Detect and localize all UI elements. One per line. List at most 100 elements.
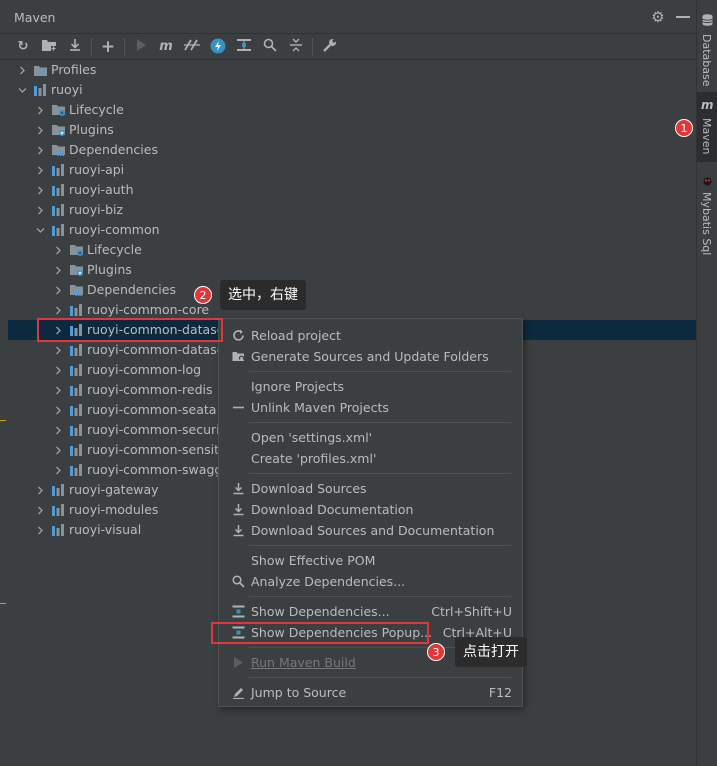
tree-row-label: ruoyi-common-security — [87, 422, 232, 437]
chevron-right-icon[interactable] — [52, 380, 64, 400]
run-icon[interactable] — [132, 38, 150, 56]
tree-row[interactable]: Plugins — [8, 120, 696, 140]
chevron-right-icon[interactable] — [52, 340, 64, 360]
refresh-icon[interactable]: ↻ — [14, 38, 32, 56]
tree-row-label: ruoyi — [51, 82, 83, 97]
chevron-down-icon[interactable] — [34, 220, 46, 240]
minimize-icon[interactable] — [676, 16, 690, 18]
collapse-icon[interactable] — [287, 38, 305, 56]
sidebar-tab-label: Database — [700, 34, 713, 87]
chevron-right-icon[interactable] — [34, 100, 46, 120]
add-folder-icon[interactable] — [40, 38, 58, 56]
gutter-marker — [0, 420, 6, 421]
edit-icon — [232, 686, 245, 700]
chevron-right-icon[interactable] — [52, 280, 64, 300]
search-icon — [232, 575, 245, 588]
maven-module-icon — [51, 503, 66, 517]
tree-row[interactable]: ruoyi — [8, 80, 696, 100]
chevron-right-icon[interactable] — [16, 60, 28, 80]
tool-window-header: Maven ⚙ — [0, 0, 696, 34]
gear-icon[interactable]: ⚙ — [650, 9, 666, 25]
tree-row[interactable]: ruoyi-common-core — [8, 300, 696, 320]
chevron-right-icon[interactable] — [34, 180, 46, 200]
menu-item-show-dependencies[interactable]: Show Dependencies... Ctrl+Shift+U — [219, 601, 522, 622]
tree-row[interactable]: ruoyi-auth — [8, 180, 696, 200]
menu-item-label: Show Effective POM — [251, 553, 376, 568]
menu-item-label: Show Dependencies... — [251, 604, 390, 619]
download-icon[interactable] — [66, 38, 84, 56]
chevron-right-icon[interactable] — [34, 520, 46, 540]
chevron-right-icon[interactable] — [34, 120, 46, 140]
minus-icon — [232, 401, 245, 414]
chevron-right-icon[interactable] — [34, 160, 46, 180]
sidebar-tab-database[interactable]: Database — [697, 4, 717, 87]
chevron-right-icon[interactable] — [34, 200, 46, 220]
menu-item-ignore-projects[interactable]: Ignore Projects — [219, 376, 522, 397]
tree-row-label: Dependencies — [87, 282, 176, 297]
menu-item-jump-to-source[interactable]: Jump to Source F12 — [219, 682, 522, 703]
maven-m-icon: m — [701, 98, 714, 112]
menu-item-generate-sources-and-update-folders[interactable]: Generate Sources and Update Folders — [219, 346, 522, 367]
tree-row[interactable]: ruoyi-common — [8, 220, 696, 240]
maven-module-icon — [51, 163, 66, 177]
chevron-down-icon[interactable] — [16, 80, 28, 100]
refresh-icon — [232, 329, 245, 342]
menu-item-download-sources[interactable]: Download Sources — [219, 478, 522, 499]
sidebar-tab-maven[interactable]: m Maven — [697, 92, 717, 162]
chevron-right-icon[interactable] — [52, 240, 64, 260]
menu-separator — [249, 545, 511, 546]
maven-m-icon[interactable]: m — [157, 38, 175, 56]
add-icon[interactable]: + — [99, 38, 117, 56]
menu-item-show-effective-pom[interactable]: Show Effective POM — [219, 550, 522, 571]
show-dependencies-icon[interactable] — [235, 38, 253, 56]
plugins-icon — [69, 263, 84, 277]
tree-row[interactable]: ruoyi-api — [8, 160, 696, 180]
wrench-icon[interactable] — [320, 38, 338, 56]
menu-item-reload-project[interactable]: Reload project — [219, 325, 522, 346]
maven-module-icon — [33, 83, 48, 97]
chevron-right-icon[interactable] — [52, 460, 64, 480]
chevron-right-icon[interactable] — [52, 360, 64, 380]
lightning-icon[interactable] — [209, 38, 227, 56]
annotation-badge: 2 — [194, 286, 212, 304]
download-icon — [232, 524, 245, 537]
menu-item-create-profiles-xml[interactable]: Create 'profiles.xml' — [219, 448, 522, 469]
tree-row[interactable]: Plugins — [8, 260, 696, 280]
menu-item-unlink-maven-projects[interactable]: Unlink Maven Projects — [219, 397, 522, 418]
tree-row-label: ruoyi-common — [69, 222, 160, 237]
skip-tests-icon[interactable] — [183, 38, 201, 56]
chevron-right-icon[interactable] — [52, 260, 64, 280]
menu-separator — [249, 473, 511, 474]
search-icon[interactable] — [261, 38, 279, 56]
menu-item-download-sources-and-documentation[interactable]: Download Sources and Documentation — [219, 520, 522, 541]
menu-item-shortcut: Ctrl+Shift+U — [431, 604, 512, 619]
tree-row[interactable]: Dependencies — [8, 140, 696, 160]
menu-item-analyze-dependencies[interactable]: Analyze Dependencies... — [219, 571, 522, 592]
menu-item-label: Download Documentation — [251, 502, 414, 517]
tree-row-label: ruoyi-common-redis — [87, 382, 213, 397]
tree-row[interactable]: ruoyi-biz — [8, 200, 696, 220]
chevron-right-icon[interactable] — [34, 500, 46, 520]
chevron-right-icon[interactable] — [52, 300, 64, 320]
chevron-right-icon[interactable] — [52, 420, 64, 440]
menu-item-open-settings-xml[interactable]: Open 'settings.xml' — [219, 427, 522, 448]
chevron-right-icon[interactable] — [52, 440, 64, 460]
tree-row[interactable]: Lifecycle — [8, 100, 696, 120]
annotation-badge: 1 — [675, 119, 693, 137]
lifecycle-icon — [69, 243, 84, 257]
show-dependencies-icon — [232, 605, 245, 618]
tree-row-label: ruoyi-common-swagge — [87, 462, 230, 477]
menu-item-shortcut: F12 — [488, 685, 512, 700]
menu-item-label: Analyze Dependencies... — [251, 574, 406, 589]
maven-module-icon — [51, 203, 66, 217]
tree-row[interactable]: Lifecycle — [8, 240, 696, 260]
chevron-right-icon[interactable] — [52, 400, 64, 420]
tree-row[interactable]: Profiles — [8, 60, 696, 80]
chevron-right-icon[interactable] — [34, 480, 46, 500]
menu-item-download-documentation[interactable]: Download Documentation — [219, 499, 522, 520]
sidebar-tab-mybatis[interactable]: Mybatis Sql — [697, 170, 717, 260]
maven-module-icon — [51, 183, 66, 197]
chevron-right-icon[interactable] — [34, 140, 46, 160]
menu-item-label: Download Sources — [251, 481, 367, 496]
tree-row[interactable]: Dependencies — [8, 280, 696, 300]
